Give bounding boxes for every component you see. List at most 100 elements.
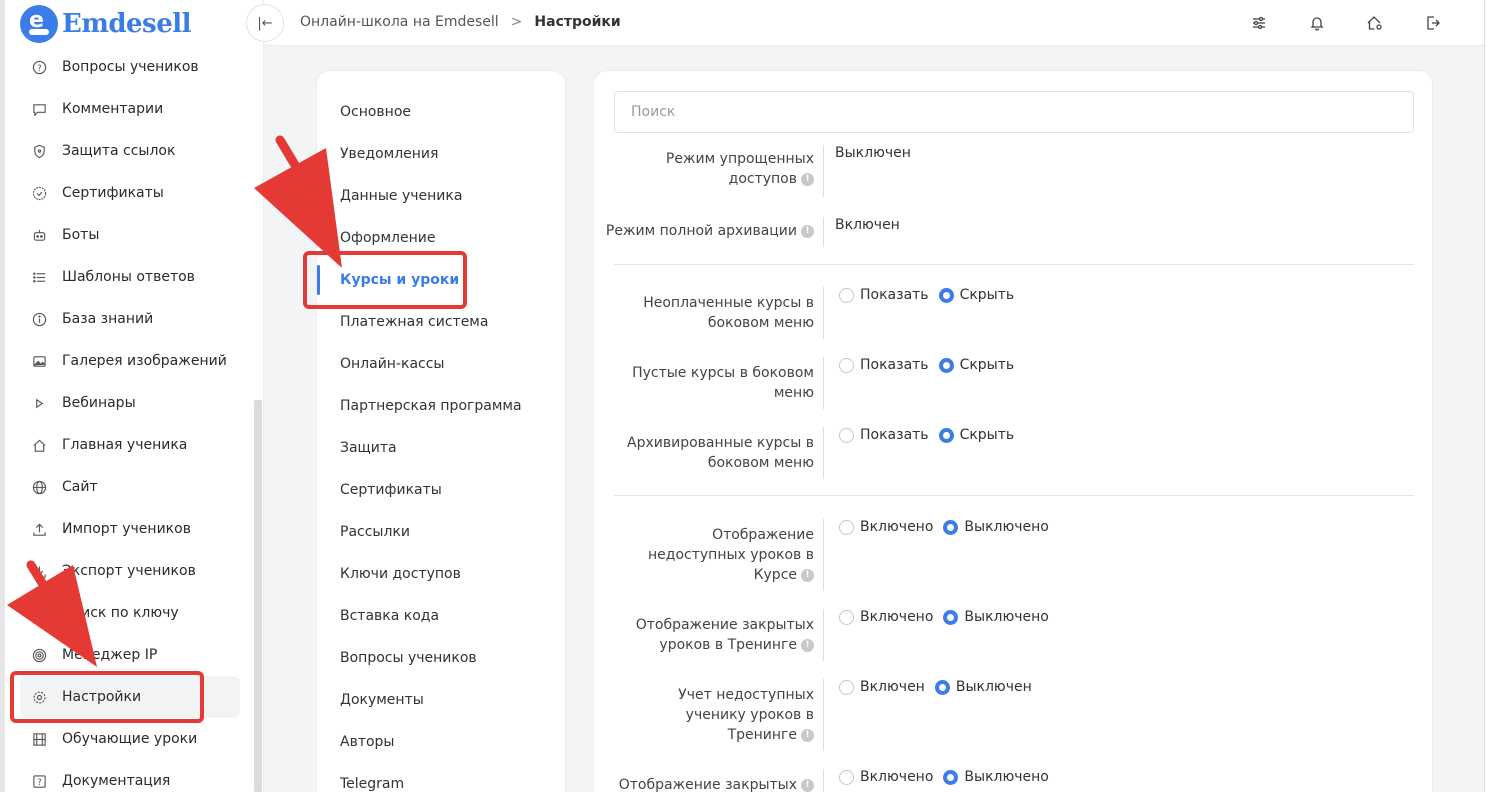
help-box-icon: ? — [30, 772, 48, 790]
settings-menu-item[interactable]: Партнерская программа — [317, 385, 567, 427]
settings-menu-item[interactable]: Сертификаты — [317, 469, 567, 511]
setting-label-line: Курсе — [753, 567, 797, 583]
settings-menu-item[interactable]: Документы — [317, 679, 567, 721]
sidebar-item[interactable]: Галерея изображений — [20, 340, 240, 382]
settings-menu-item[interactable]: Рассылки — [317, 511, 567, 553]
section-divider — [614, 495, 1414, 496]
sidebar-item[interactable]: Обучающие уроки — [20, 718, 240, 760]
sidebar-item[interactable]: Менеджер IP — [20, 634, 240, 676]
bell-icon[interactable] — [1306, 12, 1328, 34]
info-icon[interactable]: ! — [801, 172, 814, 186]
sidebar-item-label: Экспорт учеников — [62, 563, 196, 579]
setting-row: Отображение недоступных уроков в Курсе! Вкл… — [594, 519, 1434, 591]
logo[interactable]: e Emdesell — [20, 4, 191, 44]
settings-menu-item[interactable]: Ключи доступов — [317, 553, 567, 595]
radio-group: Включено Выключено — [839, 609, 1059, 625]
sliders-icon[interactable] — [1248, 12, 1270, 34]
sidebar-item[interactable]: Поиск по ключу — [20, 592, 240, 634]
radio-unchecked-icon[interactable] — [839, 357, 854, 373]
radio-option[interactable]: Показать — [839, 357, 929, 373]
home-settings-icon[interactable] — [1364, 12, 1386, 34]
sidebar-item-label: Настройки — [62, 689, 142, 705]
sidebar-item[interactable]: Настройки — [20, 676, 240, 718]
settings-menu-item[interactable]: Уведомления — [317, 133, 567, 175]
radio-label: Включено — [860, 519, 934, 535]
sidebar-item[interactable]: Защита ссылок — [20, 130, 240, 172]
sidebar-item-label: Шаблоны ответов — [62, 269, 195, 285]
settings-menu-item[interactable]: Вопросы учеников — [317, 637, 567, 679]
info-icon[interactable]: ! — [801, 224, 814, 238]
collapse-sidebar-button[interactable]: |← — [246, 4, 284, 42]
radio-unchecked-icon[interactable] — [839, 609, 854, 625]
settings-menu-item[interactable]: Оформление — [317, 217, 567, 259]
sidebar-item[interactable]: ? Документация — [20, 760, 240, 792]
section-divider — [614, 264, 1414, 265]
sidebar-item[interactable]: Сертификаты — [20, 172, 240, 214]
key-icon — [30, 604, 48, 622]
sidebar-item[interactable]: Импорт учеников — [20, 508, 240, 550]
radio-unchecked-icon[interactable] — [839, 769, 854, 785]
radio-checked-icon[interactable] — [934, 679, 950, 695]
radio-checked-icon[interactable] — [938, 427, 954, 443]
logout-icon[interactable] — [1422, 12, 1444, 34]
sidebar-item[interactable]: Шаблоны ответов — [20, 256, 240, 298]
settings-menu-item[interactable]: Данные ученика — [317, 175, 567, 217]
info-icon[interactable]: ! — [801, 568, 814, 582]
sidebar-item[interactable]: Боты — [20, 214, 240, 256]
radio-option[interactable]: Включено — [839, 769, 933, 785]
radio-checked-icon[interactable] — [943, 609, 959, 625]
sidebar-item-label: База знаний — [62, 311, 154, 327]
radio-option[interactable]: Включено — [839, 519, 933, 535]
settings-menu-item[interactable]: Курсы и уроки — [317, 259, 567, 301]
radio-unchecked-icon[interactable] — [839, 427, 854, 443]
radio-option[interactable]: Выключено — [943, 769, 1049, 785]
setting-divider-line — [823, 769, 824, 792]
settings-menu-item[interactable]: Основное — [317, 91, 567, 133]
setting-label: Неоплаченные курсы в боковом меню — [643, 293, 814, 333]
radio-checked-icon[interactable] — [943, 769, 959, 785]
sidebar-item[interactable]: Экспорт учеников — [20, 550, 240, 592]
settings-menu-item[interactable]: Платежная система — [317, 301, 567, 343]
setting-value: Выключен — [835, 145, 911, 161]
setting-label-line: Отображение — [712, 527, 814, 543]
info-icon[interactable]: ! — [801, 728, 814, 742]
radio-checked-icon[interactable] — [938, 287, 954, 303]
radio-option[interactable]: Скрыть — [938, 357, 1014, 373]
radio-option[interactable]: Выключен — [934, 679, 1032, 695]
settings-menu-item[interactable]: Вставка кода — [317, 595, 567, 637]
radio-option[interactable]: Скрыть — [938, 427, 1014, 443]
settings-menu-item[interactable]: Защита — [317, 427, 567, 469]
radio-unchecked-icon[interactable] — [839, 679, 854, 695]
setting-label: Отображение недоступных уроков в Курсе! — [648, 525, 814, 585]
info-icon[interactable]: ! — [801, 638, 814, 652]
sidebar-item[interactable]: Сайт — [20, 466, 240, 508]
setting-label-line: Учет недоступных — [678, 687, 814, 703]
sidebar-item[interactable]: Главная ученика — [20, 424, 240, 466]
sidebar-item[interactable]: База знаний — [20, 298, 240, 340]
radio-unchecked-icon[interactable] — [839, 519, 854, 535]
setting-label-line: ученику уроков в — [685, 707, 814, 723]
settings-menu-item[interactable]: Онлайн-кассы — [317, 343, 567, 385]
radio-option[interactable]: Показать — [839, 427, 929, 443]
radio-unchecked-icon[interactable] — [839, 287, 854, 303]
radio-option[interactable]: Выключено — [943, 519, 1049, 535]
settings-menu-item[interactable]: Telegram — [317, 763, 567, 792]
settings-menu-item[interactable]: Авторы — [317, 721, 567, 763]
radio-option[interactable]: Показать — [839, 287, 929, 303]
search-input[interactable] — [614, 91, 1414, 133]
sidebar-item[interactable]: ? Вопросы учеников — [20, 46, 240, 88]
radio-group: Включено Выключено — [839, 519, 1059, 535]
breadcrumb-root[interactable]: Онлайн-школа на Emdesell — [300, 14, 499, 30]
sidebar-scrollbar[interactable] — [254, 400, 262, 792]
radio-option[interactable]: Скрыть — [938, 287, 1014, 303]
radio-checked-icon[interactable] — [943, 519, 959, 535]
info-icon[interactable]: ! — [801, 778, 814, 792]
sidebar-item-label: Боты — [62, 227, 100, 243]
radio-option[interactable]: Включен — [839, 679, 925, 695]
radio-checked-icon[interactable] — [938, 357, 954, 373]
sidebar-item[interactable]: Комментарии — [20, 88, 240, 130]
gear-icon — [30, 688, 48, 706]
radio-option[interactable]: Включено — [839, 609, 933, 625]
sidebar-item[interactable]: Вебинары — [20, 382, 240, 424]
radio-option[interactable]: Выключено — [943, 609, 1049, 625]
